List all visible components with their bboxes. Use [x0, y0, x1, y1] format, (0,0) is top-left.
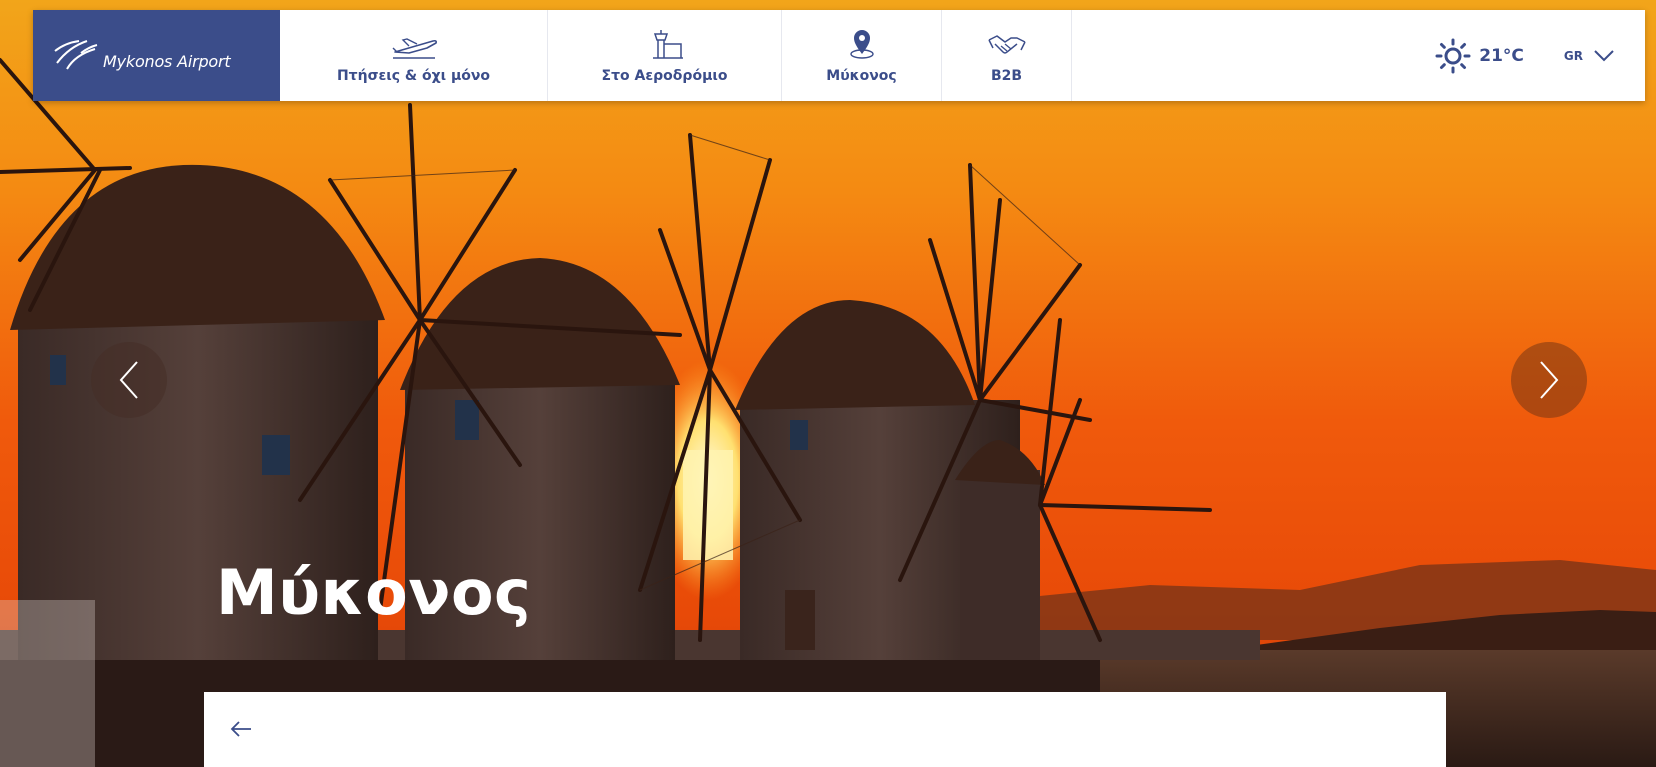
top-navigation-bar: Mykonos Airport Πτήσεις & όχι μόνο Στο Α… — [33, 10, 1645, 101]
handshake-icon — [987, 34, 1026, 54]
nav-item-airport[interactable]: Στο Αεροδρόμιο — [548, 10, 782, 101]
arrow-left-icon — [230, 721, 251, 737]
page-title: Μύκονος — [216, 556, 532, 629]
carousel-next-button[interactable] — [1511, 342, 1587, 418]
content-card — [204, 692, 1446, 767]
map-pin-icon — [849, 29, 874, 59]
nav-label-b2b: B2B — [990, 67, 1023, 84]
logo-text: Mykonos Airport — [103, 52, 231, 71]
nav-item-flights[interactable]: Πτήσεις & όχι μόνο — [280, 10, 548, 101]
chevron-down-icon — [1594, 49, 1614, 61]
airplane-takeoff-icon — [392, 37, 437, 59]
windmills-sunset-image — [0, 0, 1656, 767]
carousel-prev-button[interactable] — [91, 342, 167, 418]
airport-logo-icon — [54, 39, 98, 70]
nav-label-flights: Πτήσεις & όχι μόνο — [336, 67, 491, 84]
language-code: GR — [1563, 48, 1583, 63]
back-button[interactable] — [228, 716, 254, 742]
language-selector[interactable]: GR — [1564, 10, 1645, 101]
nav-label-airport: Στο Αεροδρόμιο — [601, 67, 728, 84]
nav-item-b2b[interactable]: B2B — [942, 10, 1072, 101]
weather-temperature: 21°C — [1479, 45, 1524, 66]
nav-item-mykonos[interactable]: Μύκονος — [782, 10, 942, 101]
control-tower-icon — [652, 29, 683, 59]
nav-label-mykonos: Μύκονος — [826, 67, 897, 84]
chevron-right-icon — [1540, 361, 1559, 399]
hero-background — [0, 0, 1656, 767]
sun-icon — [1435, 38, 1471, 73]
mykonos-airport-logo[interactable]: Mykonos Airport — [33, 10, 280, 101]
weather-widget: 21°C — [1435, 10, 1564, 101]
chevron-left-icon — [119, 361, 138, 399]
